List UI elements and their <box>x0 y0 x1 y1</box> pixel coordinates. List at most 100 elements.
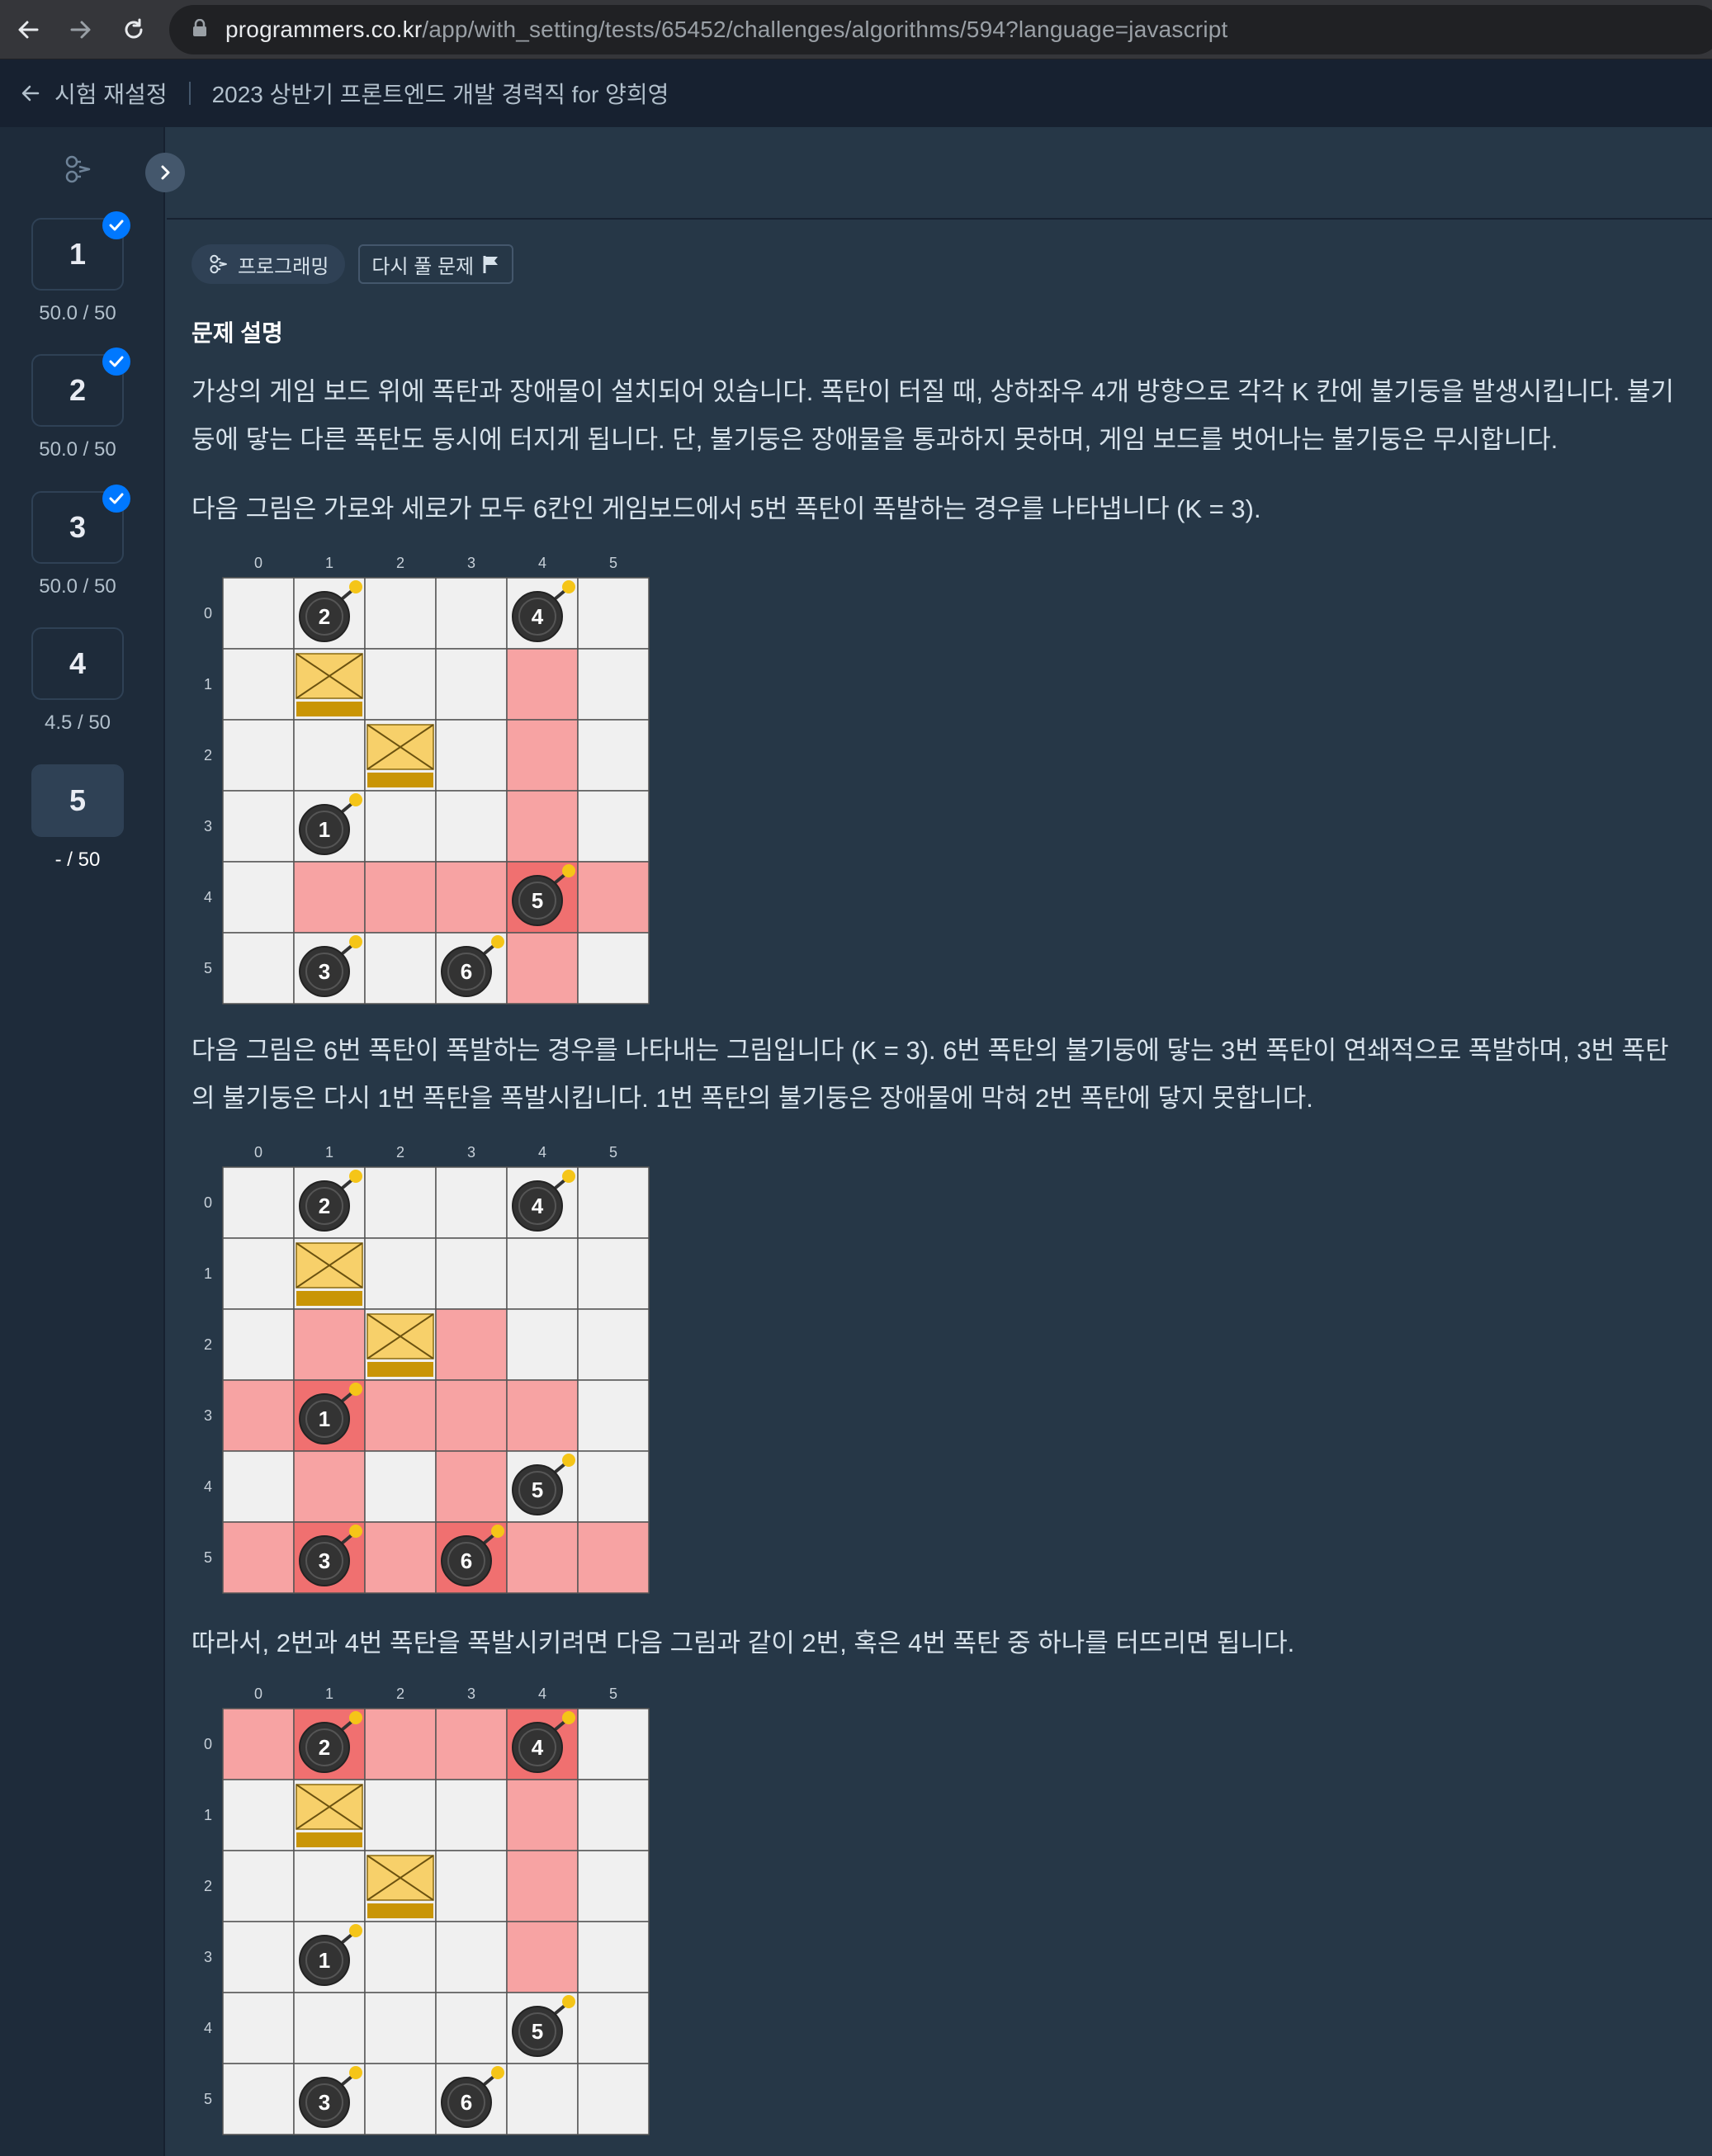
question-item-3[interactable]: 3 50.0 / 50 <box>31 485 130 598</box>
question-number-box[interactable]: 5 <box>31 764 124 837</box>
bomb-spark <box>349 1711 362 1724</box>
question-number: 1 <box>69 237 87 271</box>
fire-cell <box>506 790 579 863</box>
board-cell <box>435 790 508 863</box>
browser-toolbar: programmers.co.kr/app/with_setting/tests… <box>0 0 1712 59</box>
bomb-spark <box>349 1170 362 1183</box>
board-cell <box>222 1237 295 1310</box>
board-cell <box>577 1992 650 2064</box>
category-chip: 프로그래밍 <box>192 244 346 284</box>
game-board-svg: 0 0 1 1 2 2 3 3 4 4 5 5 2 4 1 5 3 6 <box>204 1686 650 2135</box>
bomb-label: 5 <box>532 2019 543 2044</box>
board-cell <box>222 1166 295 1239</box>
row-label: 2 <box>204 747 212 764</box>
bomb-spark <box>349 1924 362 1937</box>
board-cell <box>293 1850 366 1922</box>
back-arrow-icon[interactable] <box>10 12 46 48</box>
fire-cell <box>435 1450 508 1523</box>
question-score: 4.5 / 50 <box>44 712 111 734</box>
board-cell <box>577 790 650 863</box>
fire-cell <box>506 1379 579 1452</box>
board-cell <box>364 2063 437 2135</box>
board-cell <box>222 577 295 650</box>
question-number-box[interactable]: 2 <box>31 348 130 427</box>
row-label: 3 <box>204 1949 212 1965</box>
question-item-1[interactable]: 1 50.0 / 50 <box>31 211 130 325</box>
question-number-box[interactable]: 1 <box>31 211 130 291</box>
row-label: 3 <box>204 818 212 835</box>
board-cell <box>364 648 437 721</box>
board-cell <box>577 577 650 650</box>
question-number: 3 <box>69 510 87 544</box>
board-cell <box>577 932 650 1005</box>
toggle-sidebar-button[interactable] <box>145 153 185 192</box>
obstacle-base <box>296 1832 362 1847</box>
column-label: 2 <box>396 1686 404 1702</box>
board-cell <box>577 1379 650 1452</box>
board-cell <box>222 1850 295 1922</box>
solved-check-icon <box>102 348 130 376</box>
programming-icon[interactable] <box>63 154 94 185</box>
fire-cell <box>364 1708 437 1780</box>
fire-cell <box>506 648 579 721</box>
obstacle-base <box>296 702 362 716</box>
question-number-box[interactable]: 3 <box>31 485 130 564</box>
fire-cell <box>364 1521 437 1594</box>
board-cell <box>577 1921 650 1993</box>
board-cell <box>364 932 437 1005</box>
question-item-4[interactable]: 4 4.5 / 50 <box>31 627 124 735</box>
fire-cell <box>577 861 650 934</box>
row-label: 0 <box>204 605 212 622</box>
fire-cell <box>364 1379 437 1452</box>
board-cell <box>577 1450 650 1523</box>
board-cell <box>577 1708 650 1780</box>
bomb-label: 4 <box>532 1194 544 1218</box>
arrow-left-icon <box>21 85 40 102</box>
bomb-label: 4 <box>532 604 544 629</box>
board-cell <box>222 1992 295 2064</box>
retry-label: 다시 풀 문제 <box>371 255 475 278</box>
row-label: 5 <box>204 1549 212 1566</box>
bomb-label: 3 <box>319 1548 330 1573</box>
bomb-label: 1 <box>319 1407 330 1431</box>
question-item-2[interactable]: 2 50.0 / 50 <box>31 348 130 461</box>
solved-check-icon <box>102 485 130 513</box>
row-label: 2 <box>204 1336 212 1353</box>
board-cell <box>577 1779 650 1851</box>
column-label: 3 <box>467 555 475 571</box>
app-header: 시험 재설정 2023 상반기 프론트엔드 개발 경력직 for 양희영 <box>0 59 1712 127</box>
retry-problem-button[interactable]: 다시 풀 문제 <box>358 244 514 284</box>
fire-cell <box>435 1308 508 1381</box>
row-label: 5 <box>204 2091 212 2107</box>
board-cell <box>577 1850 650 1922</box>
board-cell <box>222 1450 295 1523</box>
reload-icon[interactable] <box>116 12 152 48</box>
board-cell <box>222 1308 295 1381</box>
bomb-spark <box>349 580 362 593</box>
lock-icon <box>192 18 207 41</box>
question-item-5[interactable]: 5 - / 50 <box>31 764 124 872</box>
bomb-spark <box>562 580 575 593</box>
fire-cell <box>506 1850 579 1922</box>
board-cell <box>506 2063 579 2135</box>
address-bar[interactable]: programmers.co.kr/app/with_setting/tests… <box>169 5 1712 54</box>
board-cell <box>577 648 650 721</box>
fire-cell <box>222 1521 295 1594</box>
reset-exam-link[interactable]: 시험 재설정 <box>20 77 168 110</box>
bomb-label: 2 <box>319 604 330 629</box>
row-label: 4 <box>204 889 212 905</box>
fire-cell <box>435 1379 508 1452</box>
forward-arrow-icon[interactable] <box>63 12 99 48</box>
board-cell <box>222 2063 295 2135</box>
question-number: 4 <box>69 646 87 680</box>
question-sidebar: 1 50.0 / 50 2 50.0 / 50 3 50.0 / 50 4 4.… <box>0 127 165 2156</box>
game-board-svg: 0 0 1 1 2 2 3 3 4 4 5 5 2 4 1 5 3 6 <box>204 555 650 1005</box>
url-host: programmers.co.kr <box>225 17 423 42</box>
question-number-box[interactable]: 4 <box>31 627 124 700</box>
exam-title: 2023 상반기 프론트엔드 개발 경력직 for 양희영 <box>211 82 669 107</box>
game-board-figure: 0 0 1 1 2 2 3 3 4 4 5 5 2 4 1 5 3 6 <box>192 1142 654 1598</box>
bomb-spark <box>491 935 504 948</box>
column-label: 5 <box>609 1144 617 1161</box>
bomb-spark <box>349 793 362 806</box>
problem-paragraph: 다음 그림은 가로와 세로가 모두 6칸인 게임보드에서 5번 폭탄이 폭발하는… <box>192 494 1261 523</box>
